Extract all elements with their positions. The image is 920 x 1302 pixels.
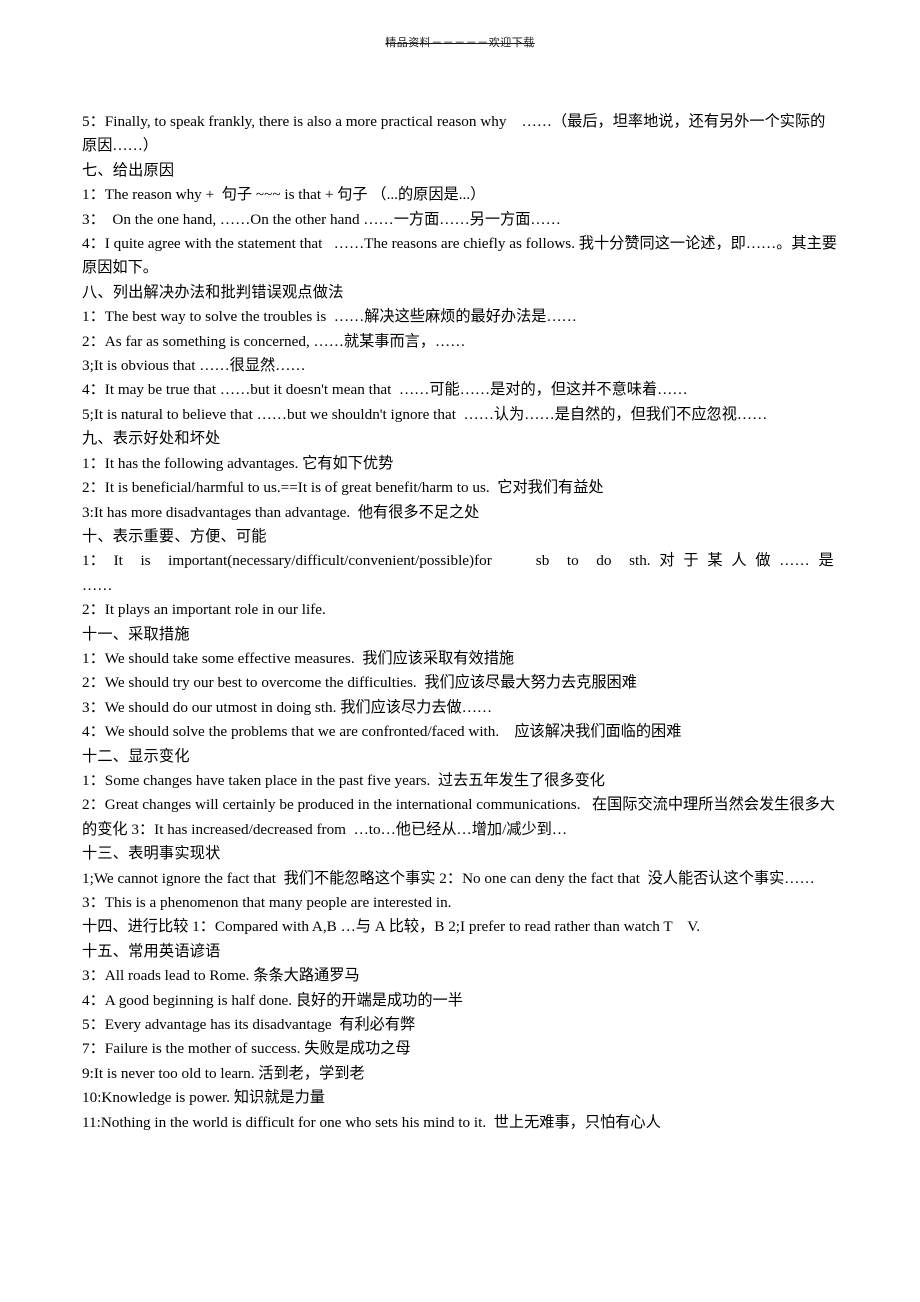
text-line: 1：We should take some effective measures… bbox=[82, 649, 515, 667]
section-heading: 九、表示好处和坏处 bbox=[82, 430, 221, 448]
text-line: 2：It plays an important role in our life… bbox=[82, 601, 326, 619]
section-heading: 十、表示重要、方便、可能 bbox=[82, 527, 267, 545]
text-line: 3： On the one hand, ……On the other hand … bbox=[82, 210, 561, 228]
text-line: 2：We should try our best to overcome the… bbox=[82, 674, 637, 692]
text-line: 10:Knowledge is power. 知识就是力量 bbox=[82, 1089, 325, 1107]
document-body: 5：Finally, to speak frankly, there is al… bbox=[82, 110, 840, 1135]
text-line: 4：A good beginning is half done. 良好的开端是成… bbox=[82, 991, 463, 1009]
text-line: 11:Nothing in the world is difficult for… bbox=[82, 1113, 661, 1131]
text-line: 3;It is obvious that ……很显然…… bbox=[82, 357, 306, 375]
text-line: 1;We cannot ignore the fact that 我们不能忽略这… bbox=[82, 869, 830, 911]
text-line: 5;It is natural to believe that ……but we… bbox=[82, 405, 768, 423]
section-heading: 十一、采取措施 bbox=[82, 625, 190, 643]
text-line: 3：All roads lead to Rome. 条条大路通罗马 bbox=[82, 967, 360, 985]
text-line: 1：The best way to solve the troubles is … bbox=[82, 308, 577, 326]
section-heading: 十五、常用英语谚语 bbox=[82, 942, 221, 960]
section-heading: 十三、表明事实现状 bbox=[82, 845, 221, 863]
text-line: 2：It is beneficial/harmful to us.==It is… bbox=[82, 479, 604, 497]
text-line: 5：Every advantage has its disadvantage 有… bbox=[82, 1016, 416, 1034]
text-line: 5：Finally, to speak frankly, there is al… bbox=[82, 113, 826, 155]
text-line: 9:It is never too old to learn. 活到老，学到老 bbox=[82, 1064, 365, 1082]
text-line: 4：We should solve the problems that we a… bbox=[82, 723, 682, 741]
section-heading: 八、列出解决办法和批判错误观点做法 bbox=[82, 283, 344, 301]
page-watermark-header: 精品资料－－－－－欢迎下载 bbox=[385, 37, 535, 49]
text-line: 2：Great changes will certainly be produc… bbox=[82, 796, 835, 838]
section-heading: 十二、显示变化 bbox=[82, 747, 190, 765]
section-heading: 七、给出原因 bbox=[82, 161, 175, 179]
text-line: 3:It has more disadvantages than advanta… bbox=[82, 503, 480, 521]
text-line: 1：The reason why + 句子 ~~~ is that + 句子 （… bbox=[82, 186, 486, 204]
text-line: 十四、进行比较 1：Compared with A,B …与 A 比较，B 2;… bbox=[82, 918, 701, 936]
text-line: 3：We should do our utmost in doing sth. … bbox=[82, 698, 493, 716]
text-line: 4：It may be true that ……but it doesn't m… bbox=[82, 381, 688, 399]
text-line: 2：As far as something is concerned, ……就某… bbox=[82, 332, 466, 350]
text-line: 4：I quite agree with the statement that … bbox=[82, 235, 837, 277]
text-line: 1： It is important(necessary/difficult/c… bbox=[82, 552, 843, 594]
text-line: 7：Failure is the mother of success. 失败是成… bbox=[82, 1040, 411, 1058]
text-line: 1：Some changes have taken place in the p… bbox=[82, 771, 605, 789]
text-line: 1：It has the following advantages. 它有如下优… bbox=[82, 454, 394, 472]
